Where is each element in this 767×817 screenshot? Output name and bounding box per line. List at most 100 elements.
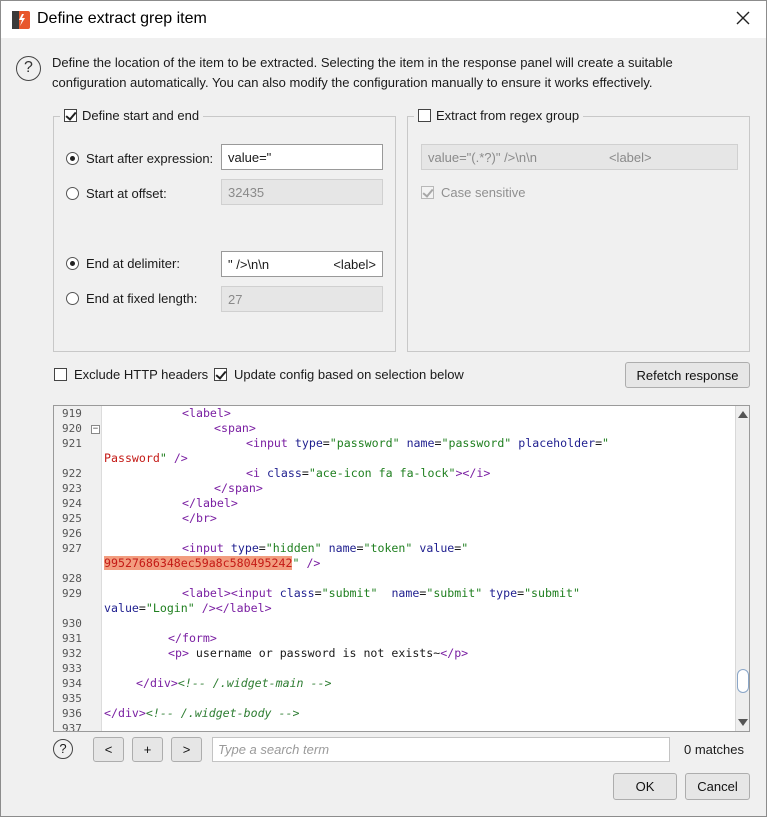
search-help-icon[interactable]: ? [53,739,73,759]
line-number: 932 [62,647,82,660]
start-offset-field[interactable]: 32435 [221,179,383,205]
selected-token[interactable]: 99527686348ec59a8c580495242 [104,556,293,570]
line-number: 937 [62,722,82,732]
end-delimiter-radio[interactable] [66,257,79,270]
code-line: <span> [214,421,256,435]
ok-button[interactable]: OK [613,773,677,800]
fold-toggle-icon[interactable]: − [91,425,100,434]
code-line: Password" /> [104,451,188,465]
regex-legend[interactable]: Extract from regex group [414,108,584,123]
line-number: 920 [62,422,82,435]
line-number: 929 [62,587,82,600]
start-offset-value: 32435 [228,184,265,200]
code-line: <i class="ace-icon fa fa-lock"></i> [246,466,491,480]
end-fixed-radio[interactable] [66,292,79,305]
line-number: 930 [62,617,82,630]
code-line: <label><input class="submit" name="submi… [182,586,580,600]
line-number: 922 [62,467,82,480]
end-delimiter-tag: <label> [333,256,376,272]
case-sensitive-option[interactable]: Case sensitive [421,185,526,200]
line-number: 933 [62,662,82,675]
end-delimiter-value: " />\n\n [228,256,270,272]
intro-text: Define the location of the item to be ex… [52,53,742,93]
start-after-option[interactable]: Start after expression: [66,151,213,166]
editor-scrollbar[interactable] [735,406,749,731]
define-start-end-label: Define start and end [82,108,200,123]
case-sensitive-label: Case sensitive [441,185,526,200]
define-start-end-checkbox[interactable] [64,109,77,122]
start-offset-label: Start at offset: [86,186,167,201]
code-line: 99527686348ec59a8c580495242" /> [104,556,321,570]
search-placeholder: Type a search term [218,742,330,757]
line-number: 921 [62,437,82,450]
end-delimiter-option[interactable]: End at delimiter: [66,256,180,271]
line-number: 934 [62,677,82,690]
regex-value: value="(.*?)" />\n\n [428,149,537,165]
match-count: 0 matches [684,742,744,757]
cancel-button[interactable]: Cancel [685,773,750,800]
close-icon[interactable] [734,9,752,27]
line-number: 925 [62,512,82,525]
start-after-radio[interactable] [66,152,79,165]
end-fixed-option[interactable]: End at fixed length: [66,291,197,306]
exclude-headers-option[interactable]: Exclude HTTP headers [54,367,208,382]
code-line: </label> [182,496,238,510]
intro-line-1: Define the location of the item to be ex… [52,55,673,70]
response-editor[interactable]: 919 920 − 921 922 923 924 925 926 927 92… [53,405,750,732]
title-bar: Define extract grep item [1,1,766,38]
line-number: 927 [62,542,82,555]
start-after-value: value=" [228,149,272,165]
update-config-label: Update config based on selection below [234,367,464,382]
code-line: </div><!-- /.widget-body --> [104,706,300,720]
line-number: 923 [62,482,82,495]
scroll-down-icon[interactable] [738,719,748,726]
update-config-option[interactable]: Update config based on selection below [214,367,464,382]
line-number: 924 [62,497,82,510]
code-line: </span> [214,481,263,495]
line-number: 919 [62,407,82,420]
exclude-headers-checkbox[interactable] [54,368,67,381]
end-fixed-field[interactable]: 27 [221,286,383,312]
code-line: </form> [168,631,217,645]
help-icon[interactable]: ? [16,56,41,81]
code-line: <input type="hidden" name="token" value=… [182,541,469,555]
regex-checkbox[interactable] [418,109,431,122]
code-line: </br> [182,511,217,525]
update-config-checkbox[interactable] [214,368,227,381]
start-offset-radio[interactable] [66,187,79,200]
search-add-button[interactable]: + [132,737,163,762]
dialog-window: Define extract grep item ? Define the lo… [0,0,767,817]
line-number: 931 [62,632,82,645]
window-title: Define extract grep item [37,10,207,27]
regex-label: Extract from regex group [436,108,580,123]
case-sensitive-checkbox[interactable] [421,186,434,199]
burp-app-icon [12,11,30,29]
line-number: 928 [62,572,82,585]
regex-field[interactable]: value="(.*?)" />\n\n <label> [421,144,738,170]
end-delimiter-label: End at delimiter: [86,256,180,271]
start-after-field[interactable]: value=" [221,144,383,170]
line-number: 935 [62,692,82,705]
scroll-up-icon[interactable] [738,411,748,418]
end-fixed-label: End at fixed length: [86,291,198,306]
start-offset-option[interactable]: Start at offset: [66,186,167,201]
regex-tag: <label> [608,149,652,165]
code-line: </div><!-- /.widget-main --> [136,676,332,690]
search-prev-button[interactable]: < [93,737,124,762]
line-number: 926 [62,527,82,540]
end-fixed-value: 27 [228,291,243,307]
code-line: <input type="password" name="password" p… [246,436,610,450]
search-input[interactable]: Type a search term [212,737,670,762]
code-line: <label> [182,406,231,420]
search-next-button[interactable]: > [171,737,202,762]
start-after-label: Start after expression: [86,151,214,166]
end-delimiter-field[interactable]: " />\n\n <label> [221,251,383,277]
line-number: 936 [62,707,82,720]
code-line: <p> username or password is not exists~<… [168,646,469,660]
code-area[interactable]: 919 920 − 921 922 923 924 925 926 927 92… [54,406,735,731]
scroll-thumb[interactable] [737,669,749,693]
intro-line-2: configuration automatically. You can als… [52,75,653,90]
refetch-response-button[interactable]: Refetch response [625,362,750,388]
code-line: value="Login" /></label> [104,601,272,615]
start-end-legend[interactable]: Define start and end [60,108,204,123]
